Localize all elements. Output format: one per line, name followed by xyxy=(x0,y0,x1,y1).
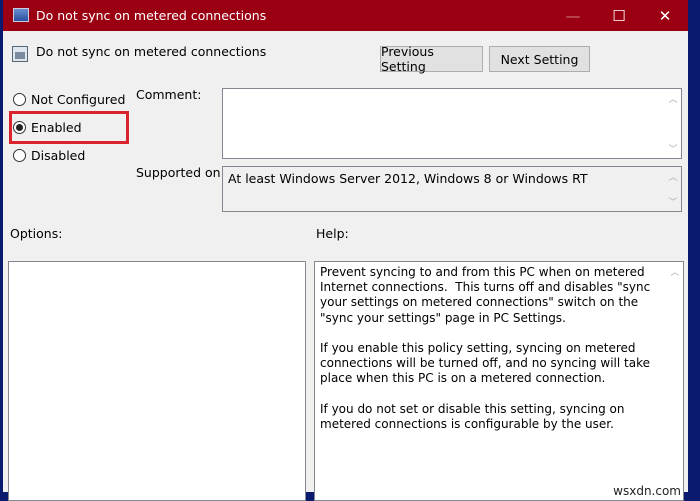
comment-input[interactable]: ︿ ﹀ xyxy=(222,88,682,159)
supported-on-value: At least Windows Server 2012, Windows 8 … xyxy=(228,171,588,186)
options-label: Options: xyxy=(10,226,63,241)
radio-label: Disabled xyxy=(31,148,86,163)
enabled-highlight-box xyxy=(9,111,129,144)
scrollbar[interactable]: ︿ ﹀ xyxy=(665,167,681,211)
supported-on-label: Supported on: xyxy=(136,165,225,180)
radio-not-configured[interactable]: Not Configured xyxy=(13,92,125,107)
help-label: Help: xyxy=(316,226,349,241)
scrollbar[interactable]: ︿ xyxy=(667,262,683,500)
maximize-button[interactable]: ☐ xyxy=(596,0,642,31)
radio-disabled[interactable]: Disabled xyxy=(13,148,85,163)
watermark: wsxdn.com xyxy=(613,484,681,498)
title-bar: Do not sync on metered connections — ☐ ✕ xyxy=(3,0,688,31)
app-icon xyxy=(13,8,29,22)
supported-on-field: At least Windows Server 2012, Windows 8 … xyxy=(222,166,682,212)
policy-name: Do not sync on metered connections xyxy=(36,44,267,59)
help-panel: Prevent syncing to and from this PC when… xyxy=(314,261,684,501)
policy-icon xyxy=(12,46,28,62)
previous-setting-button[interactable]: Previous Setting xyxy=(380,44,483,74)
help-text: Prevent syncing to and from this PC when… xyxy=(320,265,651,432)
radio-circle[interactable] xyxy=(13,93,26,106)
options-panel xyxy=(8,261,306,501)
window-title: Do not sync on metered connections xyxy=(36,8,267,23)
next-setting-button[interactable]: Next Setting xyxy=(489,46,590,72)
scrollbar[interactable]: ︿ ﹀ xyxy=(665,89,681,158)
policy-dialog: Do not sync on metered connections — ☐ ✕… xyxy=(3,0,688,501)
radio-circle[interactable] xyxy=(13,149,26,162)
radio-label: Not Configured xyxy=(31,92,126,107)
close-button[interactable]: ✕ xyxy=(642,0,688,31)
comment-label: Comment: xyxy=(136,87,202,102)
minimize-button[interactable]: — xyxy=(550,0,596,31)
